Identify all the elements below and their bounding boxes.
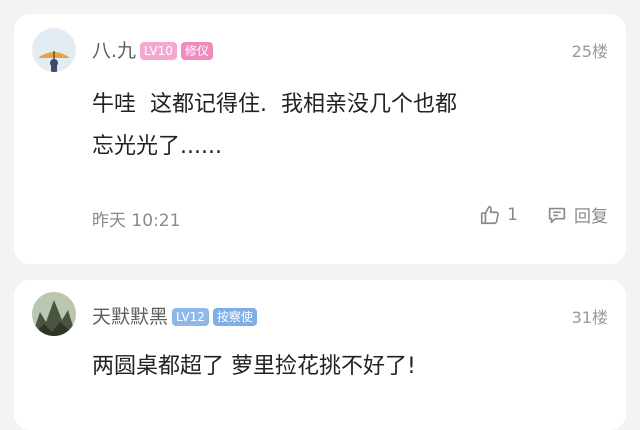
title-badge: 按察使: [212, 308, 257, 326]
comment-card: 八.九 LV10 修仪 25楼 牛哇 这都记得住. 我相亲没几个也都 忘光光了...…: [14, 14, 626, 264]
comment-card: 天默默黑 LV12 按察使 31楼 两圆桌都超了 萝里捡花挑不好了!: [14, 280, 626, 430]
comment-actions: 1 回复: [479, 202, 608, 227]
username[interactable]: 天默默黑 LV12 按察使: [92, 302, 257, 329]
thumbs-up-icon: [481, 205, 500, 224]
reply-button[interactable]: 回复: [546, 202, 608, 227]
avatar[interactable]: [32, 28, 76, 72]
avatar[interactable]: [32, 292, 76, 336]
level-badge: LV10: [140, 42, 177, 60]
username-text[interactable]: 八.九: [92, 40, 136, 62]
username-text[interactable]: 天默默黑: [92, 306, 168, 328]
timestamp: 昨天 10:21: [92, 211, 181, 231]
like-button[interactable]: 1: [479, 204, 518, 226]
like-count: 1: [507, 204, 518, 225]
comment-text: 两圆桌都超了 萝里捡花挑不好了!: [92, 354, 416, 379]
reply-label: 回复: [574, 207, 608, 227]
title-badge: 修仪: [180, 42, 213, 60]
floor-number: 31楼: [571, 308, 608, 327]
username[interactable]: 八.九 LV10 修仪: [92, 36, 213, 63]
floor-number: 25楼: [571, 42, 608, 61]
comment-icon: [548, 207, 566, 223]
level-badge: LV12: [172, 308, 209, 326]
comment-text: 牛哇 这都记得住. 我相亲没几个也都 忘光光了......: [92, 92, 457, 159]
